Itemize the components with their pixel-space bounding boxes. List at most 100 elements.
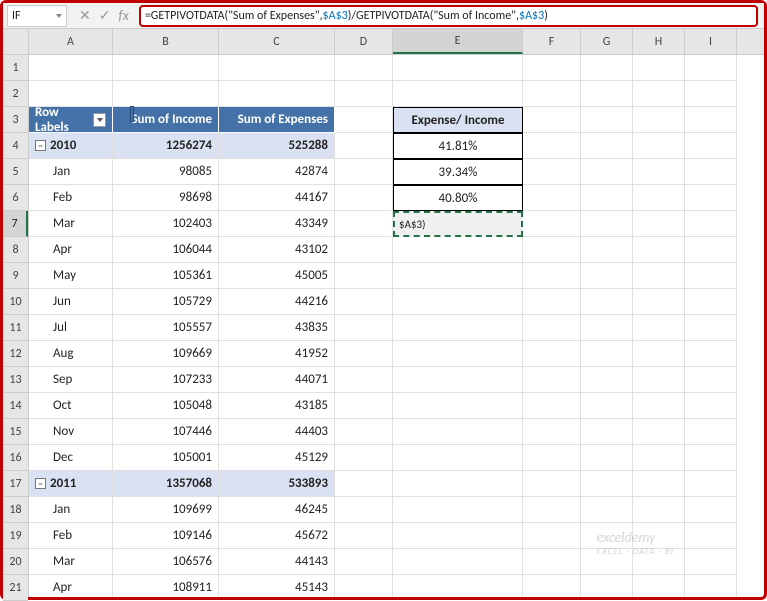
cell[interactable]: [581, 159, 633, 185]
row-header[interactable]: 18: [3, 497, 28, 523]
cell[interactable]: [633, 55, 685, 81]
cell[interactable]: [633, 367, 685, 393]
formula-bar[interactable]: =GETPIVOTDATA("Sum of Expenses",$A$3)/GE…: [139, 5, 758, 27]
pivot-month-label[interactable]: Apr: [29, 575, 113, 597]
cell[interactable]: [633, 237, 685, 263]
cell[interactable]: [335, 549, 393, 575]
cell[interactable]: [393, 315, 523, 341]
pivot-year-row[interactable]: −2011: [29, 471, 113, 497]
collapse-icon[interactable]: −: [35, 478, 46, 489]
pivot-month-label[interactable]: Dec: [29, 445, 113, 471]
cell[interactable]: [581, 471, 633, 497]
cell[interactable]: [633, 263, 685, 289]
pivot-expense[interactable]: 44143: [219, 549, 335, 575]
pivot-expense[interactable]: 44403: [219, 419, 335, 445]
pivot-expense[interactable]: 45129: [219, 445, 335, 471]
cell[interactable]: [633, 185, 685, 211]
dropdown-icon[interactable]: [93, 113, 106, 127]
pivot-month-label[interactable]: May: [29, 263, 113, 289]
cell[interactable]: [581, 211, 633, 237]
cell[interactable]: [581, 237, 633, 263]
pivot-expense[interactable]: 43102: [219, 237, 335, 263]
cell[interactable]: [685, 55, 737, 81]
column-header[interactable]: I: [685, 29, 737, 54]
pivot-income[interactable]: 98698: [113, 185, 219, 211]
cell[interactable]: [335, 185, 393, 211]
collapse-icon[interactable]: −: [35, 140, 46, 151]
pivot-month-label[interactable]: Aug: [29, 341, 113, 367]
cell[interactable]: [523, 419, 581, 445]
cell[interactable]: [685, 289, 737, 315]
cell[interactable]: [393, 367, 523, 393]
cell[interactable]: [633, 419, 685, 445]
pivot-income-total[interactable]: 1357068: [113, 471, 219, 497]
pivot-expense[interactable]: 43185: [219, 393, 335, 419]
cell[interactable]: [393, 237, 523, 263]
column-header[interactable]: D: [335, 29, 393, 54]
cell[interactable]: [523, 107, 581, 133]
cell[interactable]: [393, 341, 523, 367]
cell[interactable]: [685, 237, 737, 263]
cell[interactable]: [581, 549, 633, 575]
cell[interactable]: [685, 159, 737, 185]
row-header[interactable]: 11: [3, 315, 28, 341]
cell[interactable]: [523, 211, 581, 237]
pivot-month-label[interactable]: Nov: [29, 419, 113, 445]
cell[interactable]: [685, 523, 737, 549]
cell[interactable]: [523, 471, 581, 497]
cell[interactable]: [685, 445, 737, 471]
pivot-income[interactable]: 109699: [113, 497, 219, 523]
cell[interactable]: [335, 419, 393, 445]
cell[interactable]: [393, 445, 523, 471]
pivot-month-label[interactable]: Feb: [29, 523, 113, 549]
cell[interactable]: [393, 55, 523, 81]
cell[interactable]: [393, 263, 523, 289]
cell[interactable]: [335, 107, 393, 133]
cell[interactable]: [685, 471, 737, 497]
pivot-income[interactable]: 105048: [113, 393, 219, 419]
cell[interactable]: [335, 289, 393, 315]
row-header[interactable]: 9: [3, 263, 28, 289]
cell[interactable]: [685, 575, 737, 597]
cell[interactable]: [633, 393, 685, 419]
cell[interactable]: [581, 289, 633, 315]
cell[interactable]: [335, 445, 393, 471]
name-box[interactable]: IF: [7, 5, 67, 27]
row-header[interactable]: 6: [3, 185, 28, 211]
fx-icon[interactable]: fx: [118, 7, 128, 24]
cell[interactable]: [633, 107, 685, 133]
cell[interactable]: [685, 393, 737, 419]
pivot-row-labels-header[interactable]: Row Labels: [29, 107, 113, 133]
pivot-income-total[interactable]: 1256274: [113, 133, 219, 159]
cell[interactable]: [581, 393, 633, 419]
pivot-income[interactable]: 98085: [113, 159, 219, 185]
cell[interactable]: [523, 159, 581, 185]
cell[interactable]: [685, 497, 737, 523]
column-header[interactable]: E: [393, 29, 523, 54]
pivot-month-label[interactable]: Jul: [29, 315, 113, 341]
cell[interactable]: [335, 575, 393, 597]
pivot-income[interactable]: 107233: [113, 367, 219, 393]
cell[interactable]: [393, 471, 523, 497]
active-editing-cell[interactable]: $A$3): [393, 211, 523, 237]
cell[interactable]: [523, 55, 581, 81]
cell[interactable]: [523, 341, 581, 367]
cell[interactable]: [335, 393, 393, 419]
cell[interactable]: [581, 315, 633, 341]
row-header[interactable]: 19: [3, 523, 28, 549]
cell[interactable]: [581, 55, 633, 81]
cell[interactable]: [581, 419, 633, 445]
cell[interactable]: [581, 497, 633, 523]
expense-value[interactable]: 40.80%: [393, 185, 523, 211]
row-header[interactable]: 2: [3, 81, 28, 107]
cell[interactable]: [113, 81, 219, 107]
column-header[interactable]: G: [581, 29, 633, 54]
cell[interactable]: [29, 81, 113, 107]
column-header[interactable]: C: [219, 29, 335, 54]
row-header[interactable]: 8: [3, 237, 28, 263]
cell[interactable]: [523, 315, 581, 341]
cell[interactable]: [633, 575, 685, 597]
cell[interactable]: [633, 471, 685, 497]
pivot-month-label[interactable]: Feb: [29, 185, 113, 211]
cell[interactable]: [633, 133, 685, 159]
